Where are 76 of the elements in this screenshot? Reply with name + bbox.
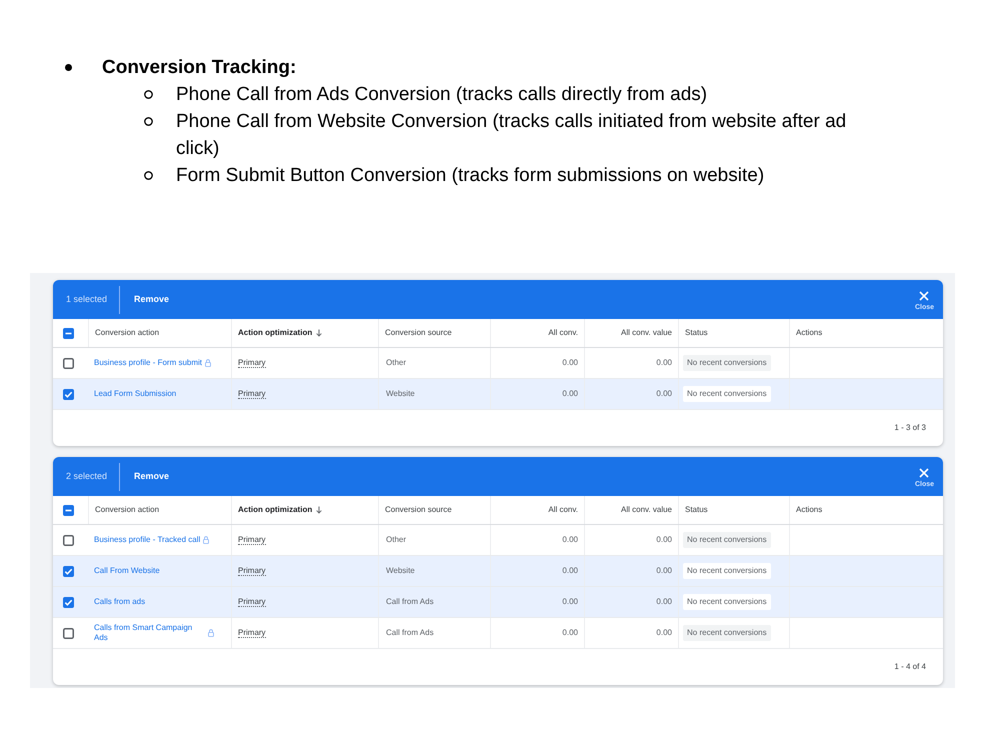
row-checkbox[interactable] [63, 628, 74, 638]
table-cell: Call from Ads [386, 627, 434, 639]
optimization-label: Primary [238, 358, 266, 368]
remove-button[interactable]: Remove [134, 292, 170, 306]
selected-count: 2 selected [66, 470, 108, 483]
row-checkbox[interactable] [63, 596, 74, 608]
row-checkbox[interactable] [63, 388, 74, 400]
column-header[interactable]: All conv. value [621, 327, 672, 339]
list-heading: Conversion Tracking: [102, 56, 298, 80]
table-cell: 0.00 [562, 534, 578, 546]
column-header[interactable]: Actions [796, 327, 822, 339]
conversion-action-link[interactable]: Business profile - Tracked call [94, 535, 200, 545]
table-cell: 0.00 [656, 357, 672, 369]
column-header[interactable]: Action optimization [238, 327, 322, 339]
status-chip: No recent conversions [683, 532, 771, 548]
table-cell: 0.00 [562, 627, 578, 639]
row-checkbox[interactable] [63, 358, 74, 368]
conversion-action-link[interactable]: Lead Form Submission [94, 389, 176, 399]
table-cell: 0.00 [562, 388, 578, 400]
optimization-label: Primary [238, 389, 266, 399]
column-header[interactable]: Action optimization [238, 504, 322, 516]
table-cell: Other [386, 357, 406, 369]
column-header[interactable]: Conversion action [95, 504, 160, 516]
row-checkbox[interactable] [63, 566, 74, 576]
optimization-label: Primary [238, 597, 266, 607]
close-icon [919, 468, 930, 478]
column-header[interactable]: Status [685, 504, 708, 516]
column-header[interactable]: All conv. [548, 504, 578, 516]
conversion-action-link[interactable]: Business profile - Form submit [94, 358, 202, 368]
table-cell: 0.00 [656, 388, 672, 400]
table-cell: 0.00 [656, 565, 672, 577]
circle-bullet-icon [144, 90, 153, 99]
row-checkbox[interactable] [63, 534, 74, 546]
arrow-down-icon [316, 506, 322, 514]
table-cell: 0.00 [656, 627, 672, 639]
optimization-label: Primary [238, 628, 266, 638]
selected-count: 1 selected [66, 292, 108, 306]
conversion-action-link[interactable]: Calls from Smart Campaign Ads [94, 623, 205, 643]
table-cell: Call from Ads [386, 596, 434, 608]
status-chip: No recent conversions [683, 625, 771, 641]
column-header[interactable]: Conversion source [385, 504, 452, 516]
column-header[interactable]: Conversion action [95, 327, 160, 339]
table-cell: 0.00 [562, 357, 578, 369]
pagination-label: 1 - 3 of 3 [894, 422, 926, 434]
column-header[interactable]: Status [685, 327, 708, 339]
table-cell: 0.00 [656, 596, 672, 608]
pagination-label: 1 - 4 of 4 [894, 661, 926, 673]
table-cell: Website [386, 388, 415, 400]
column-header[interactable]: All conv. [548, 327, 578, 339]
column-header[interactable]: All conv. value [621, 504, 672, 516]
list-item: Phone Call from Ads Conversion (tracks calls directly from ads) [176, 83, 708, 107]
select-all-checkbox[interactable] [63, 328, 74, 338]
table-cell: 0.00 [656, 534, 672, 546]
table-cell: Other [386, 534, 406, 546]
table-cell: 0.00 [562, 565, 578, 577]
conversion-action-link[interactable]: Call From Website [94, 566, 160, 576]
optimization-label: Primary [238, 535, 266, 545]
bullet-icon [65, 64, 72, 71]
status-chip: No recent conversions [683, 563, 771, 579]
arrow-down-icon [316, 329, 322, 337]
close-icon [919, 290, 930, 300]
list-item: Phone Call from Website Conversion (tracks calls initiated from website after ad click) [176, 110, 848, 161]
circle-bullet-icon [144, 171, 153, 180]
list-item: Form Submit Button Conversion (tracks form submissions on website) [176, 164, 766, 188]
remove-button[interactable]: Remove [134, 470, 170, 484]
select-all-checkbox[interactable] [63, 504, 74, 516]
column-header[interactable]: Conversion source [385, 327, 452, 339]
status-chip: No recent conversions [683, 355, 771, 371]
table-cell: 0.00 [562, 596, 578, 608]
table-cell: Website [386, 565, 415, 577]
status-chip: No recent conversions [683, 594, 771, 610]
column-header[interactable]: Actions [796, 504, 822, 516]
circle-bullet-icon [144, 117, 153, 126]
optimization-label: Primary [238, 566, 266, 576]
status-chip: No recent conversions [683, 386, 771, 402]
conversion-action-link[interactable]: Calls from ads [94, 597, 146, 607]
